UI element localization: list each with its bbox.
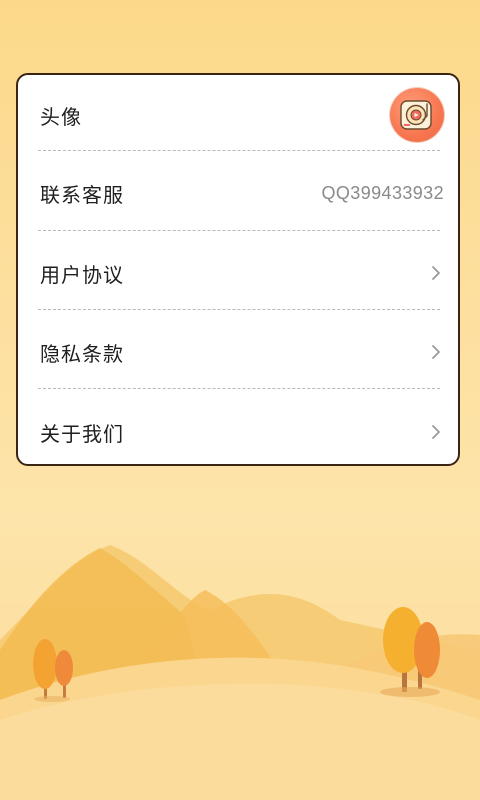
foreground-hill-highlight	[0, 683, 480, 800]
user-agreement-row[interactable]: 用户协议	[18, 233, 458, 313]
divider	[38, 309, 440, 310]
contact-support-row[interactable]: 联系客服 QQ399433932	[18, 153, 458, 233]
privacy-policy-label: 隐私条款	[40, 341, 124, 366]
avatar-label: 头像	[40, 104, 82, 129]
contact-support-label: 联系客服	[40, 182, 124, 207]
privacy-policy-row[interactable]: 隐私条款	[18, 312, 458, 392]
divider	[38, 388, 440, 389]
about-us-row[interactable]: 关于我们	[18, 392, 458, 464]
avatar-row[interactable]: 头像	[18, 75, 458, 155]
about-us-label: 关于我们	[40, 421, 124, 446]
chevron-right-icon	[428, 421, 444, 443]
chevron-right-icon	[428, 341, 444, 363]
user-agreement-label: 用户协议	[40, 262, 124, 287]
chevron-right-icon	[428, 262, 444, 284]
settings-card: 头像 联系客服 QQ399433932 用户协议 隐私条款 关于我们	[16, 73, 460, 466]
contact-support-value: QQ399433932	[321, 182, 444, 203]
record-player-avatar-icon[interactable]	[390, 88, 444, 142]
divider	[38, 150, 440, 151]
divider	[38, 230, 440, 231]
